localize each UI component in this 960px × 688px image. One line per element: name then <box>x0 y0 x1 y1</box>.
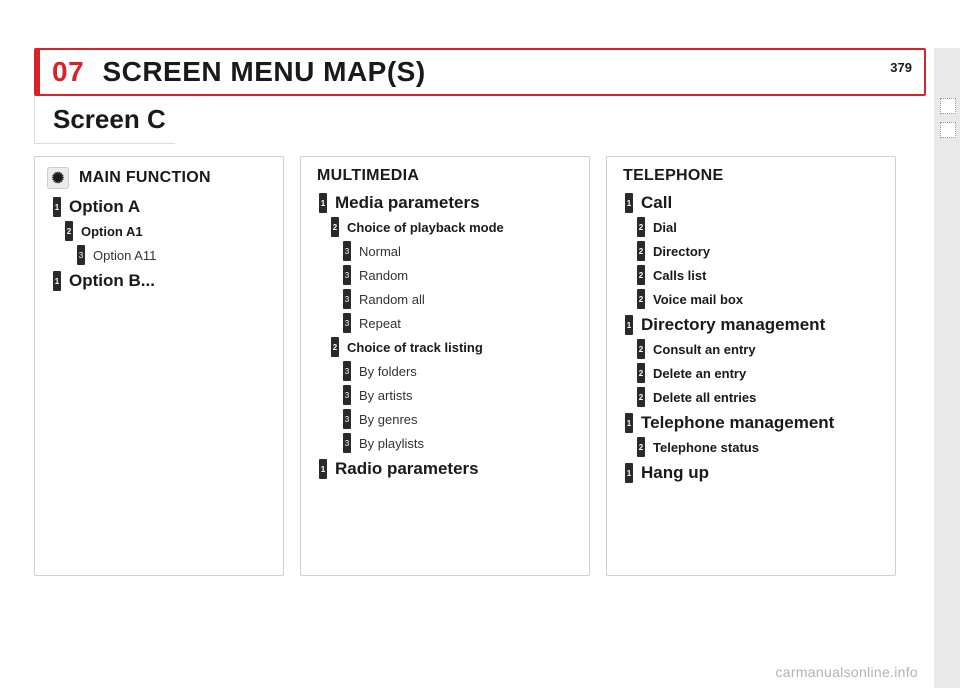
radio-parameters: Radio parameters <box>335 459 479 479</box>
track-by-folders: By folders <box>359 364 417 379</box>
telephone-status: Telephone status <box>653 440 759 455</box>
panel-title-telephone: TELEPHONE <box>623 167 883 185</box>
side-marker-dot <box>940 122 956 138</box>
bullet-icon: 2 <box>637 241 645 261</box>
panel-title-multimedia: MULTIMEDIA <box>317 167 577 185</box>
bullet-icon: 1 <box>625 463 633 483</box>
panel-main-function: ✺ MAIN FUNCTION 1 Option A 2 Option A1 3 Op… <box>34 156 284 576</box>
option-b: Option B... <box>69 271 155 291</box>
panel-telephone: TELEPHONE 1 Call 2 Dial 2 Directory 2 Calls … <box>606 156 896 576</box>
option-a1: Option A1 <box>81 224 143 239</box>
bullet-icon: 2 <box>331 337 339 357</box>
panel-title-main: MAIN FUNCTION <box>79 169 211 187</box>
track-by-playlists: By playlists <box>359 436 424 451</box>
bullet-icon: 1 <box>319 193 327 213</box>
bullet-icon: 1 <box>53 271 61 291</box>
dir-delete: Delete an entry <box>653 366 746 381</box>
bullet-icon: 3 <box>77 245 85 265</box>
bullet-icon: 3 <box>343 241 351 261</box>
bullet-icon: 2 <box>331 217 339 237</box>
track-by-artists: By artists <box>359 388 412 403</box>
tel-dial: Dial <box>653 220 677 235</box>
bullet-icon: 3 <box>343 409 351 429</box>
bullet-icon: 3 <box>343 361 351 381</box>
bullet-icon: 3 <box>343 289 351 309</box>
bullet-icon: 2 <box>637 387 645 407</box>
playback-random-all: Random all <box>359 292 425 307</box>
choice-playback: Choice of playback mode <box>347 220 504 235</box>
panel-multimedia: MULTIMEDIA 1 Media parameters 2 Choice of … <box>300 156 590 576</box>
bullet-icon: 2 <box>637 217 645 237</box>
tel-calls-list: Calls list <box>653 268 706 283</box>
bullet-icon: 2 <box>637 289 645 309</box>
bullet-icon: 3 <box>343 433 351 453</box>
bullet-icon: 2 <box>637 339 645 359</box>
tel-hang-up: Hang up <box>641 463 709 483</box>
chapter-number: 07 <box>52 56 84 87</box>
playback-repeat: Repeat <box>359 316 401 331</box>
bullet-icon: 1 <box>625 193 633 213</box>
bullet-icon: 3 <box>343 265 351 285</box>
bullet-icon: 1 <box>625 315 633 335</box>
bullet-icon: 1 <box>319 459 327 479</box>
option-a11: Option A11 <box>93 248 156 263</box>
track-by-genres: By genres <box>359 412 418 427</box>
side-margin-strip <box>934 48 960 688</box>
section-tab: Screen C <box>34 96 926 144</box>
tel-directory: Directory <box>653 244 710 259</box>
bullet-icon: 2 <box>637 363 645 383</box>
watermark: carmanualsonline.info <box>776 664 919 680</box>
chapter-title: SCREEN MENU MAP(S) <box>102 56 425 87</box>
dir-consult: Consult an entry <box>653 342 756 357</box>
playback-normal: Normal <box>359 244 401 259</box>
dir-delete-all: Delete all entries <box>653 390 756 405</box>
chapter-title-bar: 07 SCREEN MENU MAP(S) <box>34 48 926 96</box>
tel-call: Call <box>641 193 672 213</box>
option-a: Option A <box>69 197 140 217</box>
gear-icon: ✺ <box>47 167 69 189</box>
bullet-icon: 2 <box>65 221 73 241</box>
side-marker-dot <box>940 98 956 114</box>
choice-track-listing: Choice of track listing <box>347 340 483 355</box>
bullet-icon: 3 <box>343 385 351 405</box>
bullet-icon: 3 <box>343 313 351 333</box>
bullet-icon: 1 <box>53 197 61 217</box>
playback-random: Random <box>359 268 408 283</box>
telephone-management: Telephone management <box>641 413 834 433</box>
media-parameters: Media parameters <box>335 193 480 213</box>
bullet-icon: 1 <box>625 413 633 433</box>
bullet-icon: 2 <box>637 265 645 285</box>
section-title: Screen C <box>34 96 197 144</box>
tel-voicemail: Voice mail box <box>653 292 743 307</box>
bullet-icon: 2 <box>637 437 645 457</box>
directory-management: Directory management <box>641 315 825 335</box>
